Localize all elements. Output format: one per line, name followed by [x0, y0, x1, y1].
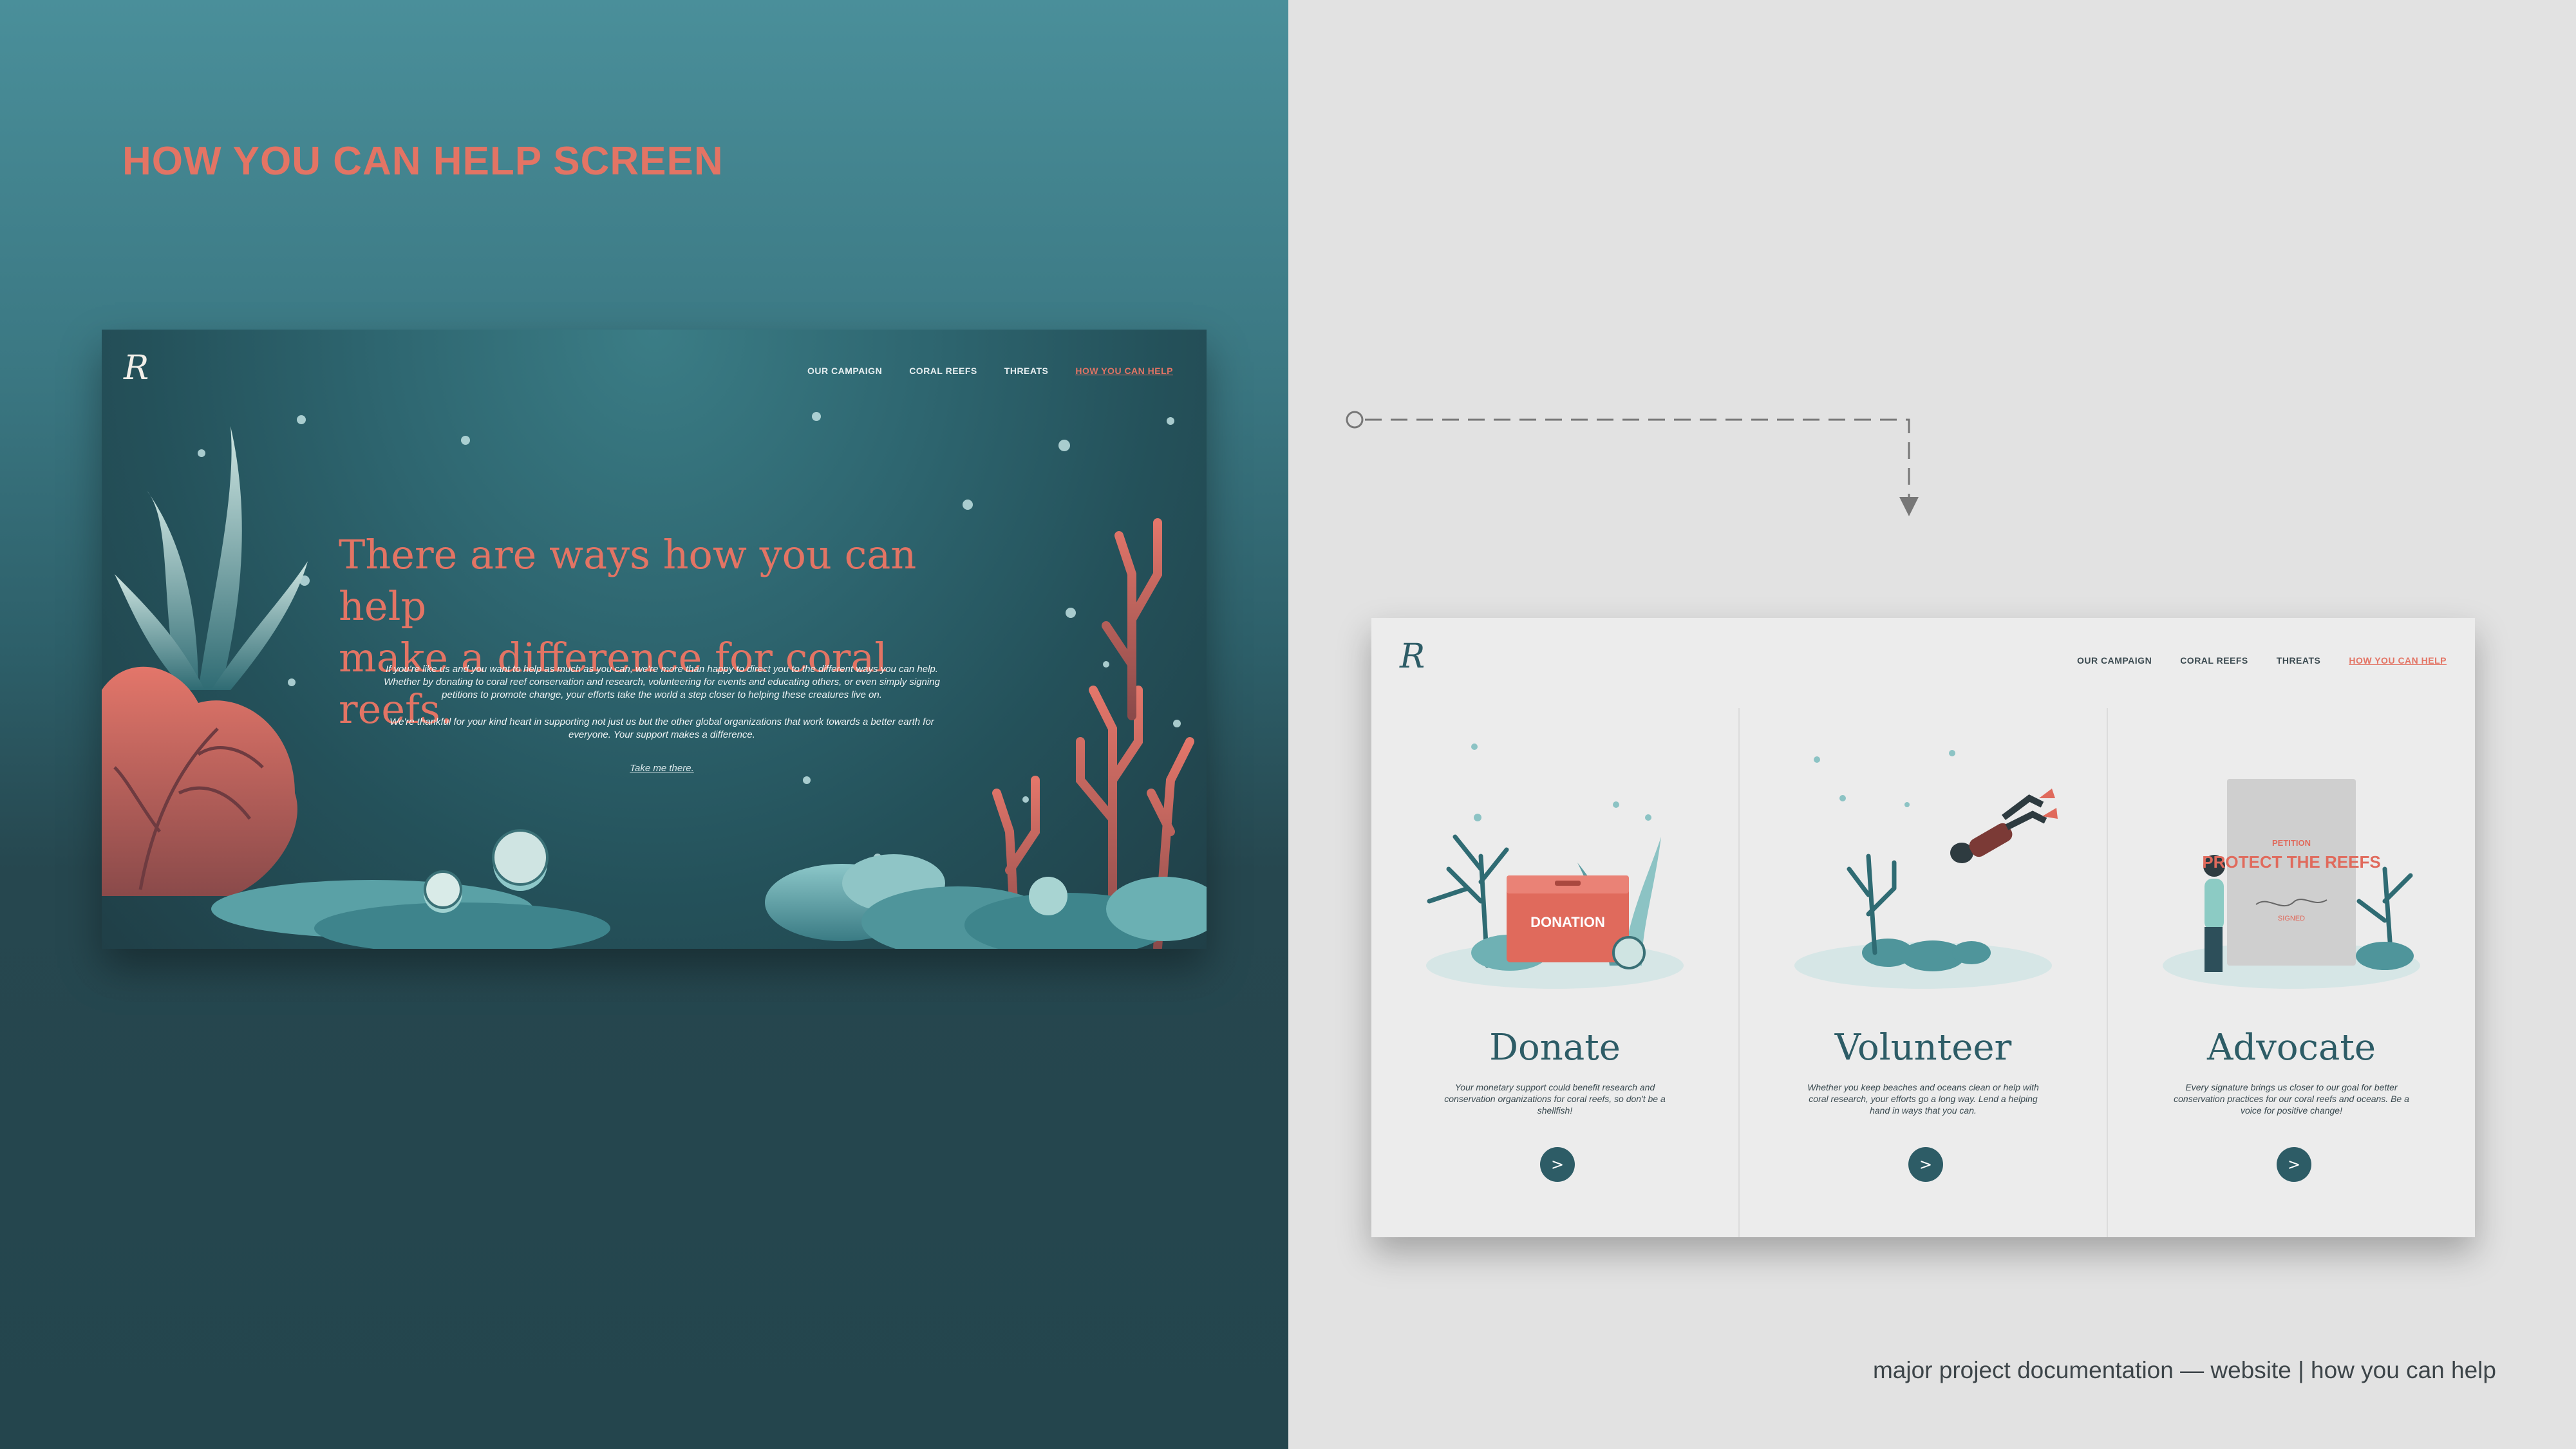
diver-figure — [1950, 789, 2058, 863]
petition-signed: SIGNED — [2278, 915, 2305, 922]
coral-branch — [1847, 854, 1897, 955]
card-desc-volunteer: Whether you keep beaches and oceans clea… — [1807, 1082, 2039, 1116]
site-logo[interactable]: R — [124, 349, 149, 388]
hero-body: If you're like us and you want to help a… — [372, 663, 952, 756]
advocate-illustration: PETITION PROTECT THE REEFS SIGNED — [2163, 779, 2420, 989]
volunteer-arrow-button[interactable]: > — [1908, 1147, 1943, 1182]
nav-item-our-campaign[interactable]: OUR CAMPAIGN — [807, 366, 882, 376]
site-logo-dark[interactable]: R — [1400, 637, 1425, 676]
card-donate[interactable]: DONATION Donate Your monetary support co… — [1371, 708, 1740, 1237]
main-nav: OUR CAMPAIGN CORAL REEFS THREATS HOW YOU… — [807, 366, 1173, 376]
hero-mockup: R OUR CAMPAIGN CORAL REEFS THREATS HOW Y… — [102, 330, 1207, 949]
petition-board — [2227, 779, 2356, 966]
card-desc-donate: Your monetary support could benefit rese… — [1444, 1082, 1666, 1116]
nav-item-our-campaign[interactable]: OUR CAMPAIGN — [2077, 655, 2152, 666]
rocks-right — [765, 854, 1207, 949]
card-title-donate: Donate — [1489, 1027, 1621, 1069]
person-figure — [2203, 855, 2225, 972]
petition-heading: PROTECT THE REEFS — [2202, 852, 2380, 872]
help-options-mockup: R OUR CAMPAIGN CORAL REEFS THREATS HOW Y… — [1371, 618, 2475, 1237]
donation-label: DONATION — [1530, 914, 1605, 930]
hero-heading-line1: There are ways how you can help — [339, 531, 917, 630]
screen-title: HOW YOU CAN HELP SCREEN — [122, 139, 724, 183]
volunteer-illustration — [1794, 750, 2058, 989]
card-volunteer[interactable]: Volunteer Whether you keep beaches and o… — [1740, 708, 2108, 1237]
documentation-caption: major project documentation — website | … — [1872, 1357, 2496, 1383]
card-advocate[interactable]: PETITION PROTECT THE REEFS SIGNED Advoca… — [2108, 708, 2475, 1237]
coral-fan-left — [102, 666, 297, 896]
nav-item-coral-reefs[interactable]: CORAL REEFS — [909, 366, 977, 376]
help-cards: DONATION Donate Your monetary support co… — [1371, 708, 2475, 1237]
card-title-advocate: Advocate — [2206, 1027, 2376, 1069]
donate-illustration: DONATION — [1426, 743, 1684, 989]
hero-paragraph-2: We're thankful for your kind heart in su… — [390, 716, 934, 740]
nav-item-coral-reefs[interactable]: CORAL REEFS — [2180, 655, 2248, 666]
advocate-arrow-button[interactable]: > — [2277, 1147, 2311, 1182]
nav-item-threats[interactable]: THREATS — [1004, 366, 1049, 376]
donate-arrow-button[interactable]: > — [1540, 1147, 1575, 1182]
nav-item-how-you-can-help[interactable]: HOW YOU CAN HELP — [2349, 655, 2447, 666]
seaweed-left — [115, 426, 308, 690]
take-me-there-link[interactable]: Take me there. — [565, 763, 758, 774]
flow-connector-arrow — [1346, 411, 1919, 516]
petition-label: PETITION — [2272, 838, 2311, 848]
card-desc-advocate: Every signature brings us closer to our … — [2174, 1082, 2409, 1116]
hero-paragraph-1: If you're like us and you want to help a… — [384, 664, 940, 700]
nav-item-how-you-can-help[interactable]: HOW YOU CAN HELP — [1075, 366, 1173, 376]
main-nav-light: OUR CAMPAIGN CORAL REEFS THREATS HOW YOU… — [2077, 655, 2447, 666]
card-title-volunteer: Volunteer — [1834, 1027, 2012, 1069]
nav-item-threats[interactable]: THREATS — [2277, 655, 2321, 666]
